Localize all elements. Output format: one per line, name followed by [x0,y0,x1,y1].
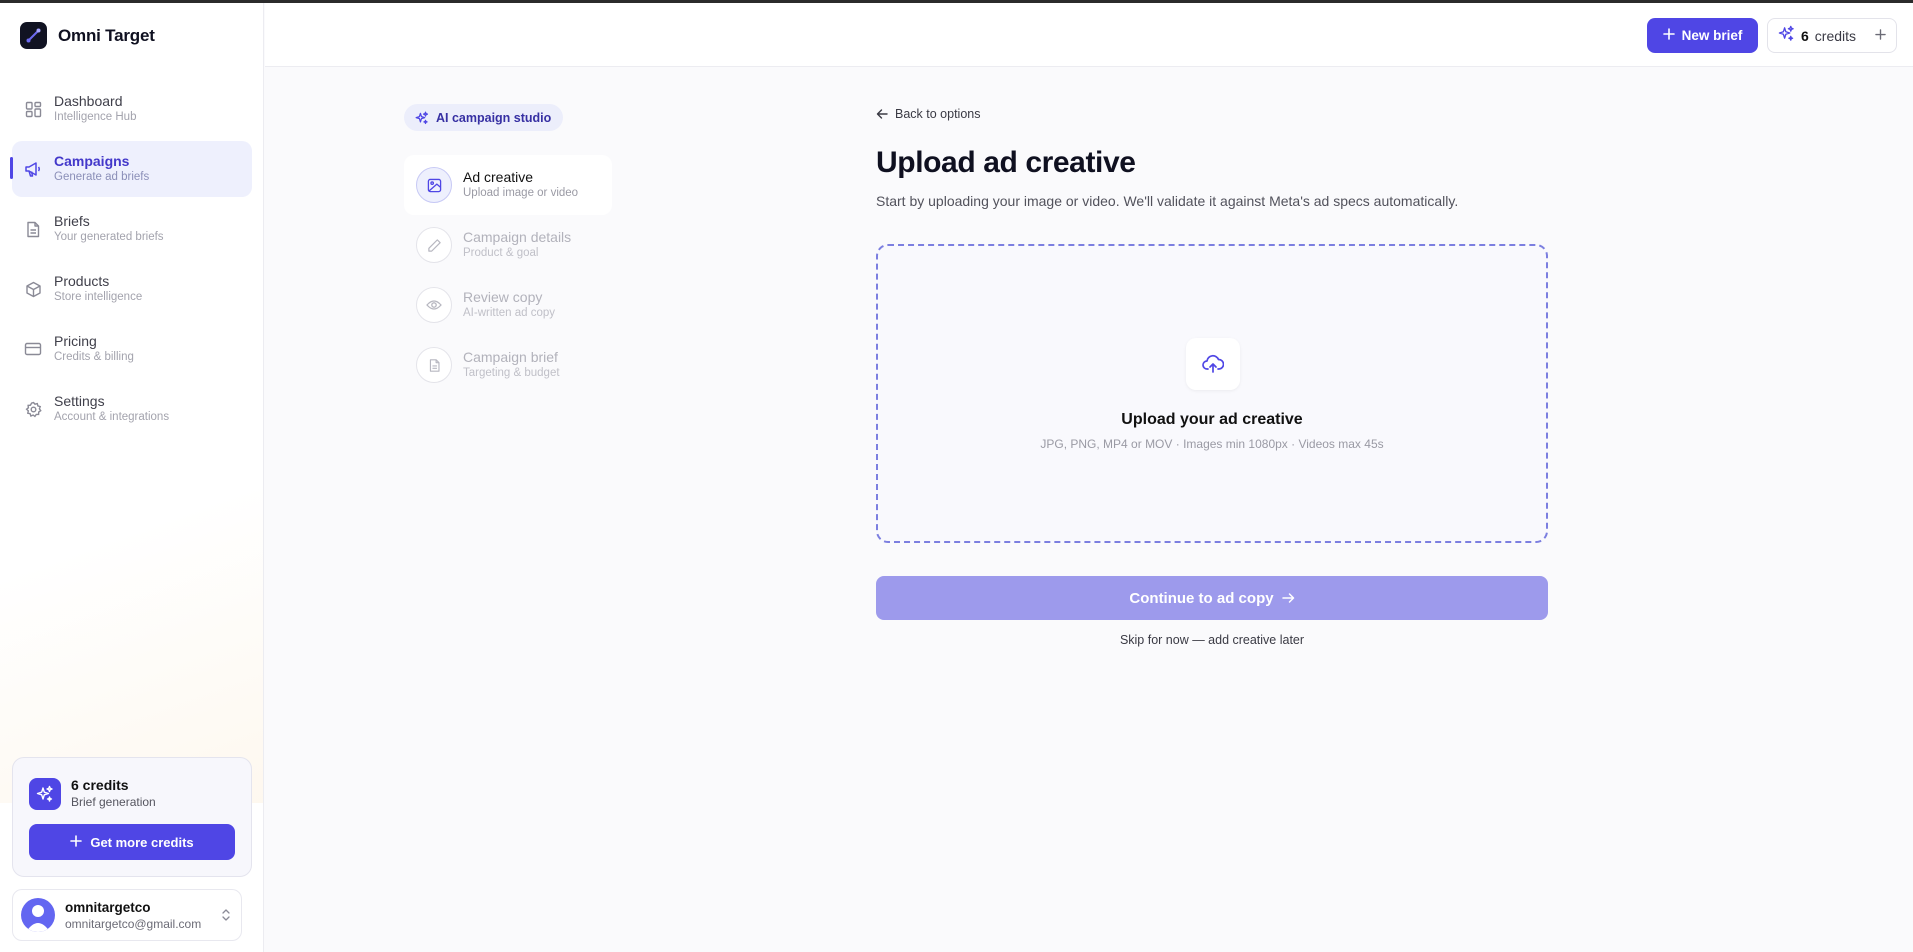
gear-icon [24,400,42,418]
dashboard-icon [24,100,42,118]
get-more-credits-button[interactable]: Get more credits [29,824,235,860]
sidebar-item-sublabel: Intelligence Hub [54,111,137,123]
sidebar-item-briefs[interactable]: Briefs Your generated briefs [12,201,252,257]
step-sublabel: Upload image or video [463,187,579,199]
sidebar-item-sublabel: Credits & billing [54,351,134,363]
sparkles-icon [29,777,61,810]
sidebar-item-sublabel: Your generated briefs [54,231,164,243]
step-review-copy[interactable]: Review copy AI-written ad copy [404,275,612,335]
continue-label: Continue to ad copy [1129,589,1274,607]
document-icon [416,347,452,383]
user-email: omnitargetco@gmail.com [65,916,202,931]
arrow-left-icon [876,108,888,120]
eye-icon [416,287,452,323]
brand[interactable]: Omni Target [20,22,155,49]
megaphone-icon [24,160,42,178]
ai-campaign-studio-badge: AI campaign studio [404,104,564,131]
sidebar-item-products[interactable]: Products Store intelligence [12,261,252,317]
sidebar-item-label: Briefs [54,213,90,229]
back-to-options-label: Back to options [895,107,981,121]
credit-card-icon [24,340,42,358]
arrow-right-icon [1281,592,1295,604]
step-campaign-details[interactable]: Campaign details Product & goal [404,215,612,275]
sidebar-item-label: Products [54,273,110,289]
ai-campaign-studio-label: AI campaign studio [436,110,552,125]
credits-pill[interactable]: 6 credits [1767,18,1897,53]
brand-name: Omni Target [58,25,155,45]
cloud-upload-icon [1186,338,1240,390]
step-sublabel: AI-written ad copy [463,307,556,319]
sidebar-item-dashboard[interactable]: Dashboard Intelligence Hub [12,81,252,137]
dropzone-title: Upload your ad creative [1121,411,1303,428]
image-icon [416,167,452,203]
sidebar-item-label: Dashboard [54,93,123,109]
page-description: Start by uploading your image or video. … [876,193,1459,209]
chevron-up-down-icon [221,908,231,927]
sparkles-icon [415,111,429,125]
sidebar-item-sublabel: Store intelligence [54,291,143,303]
wizard-steps: Ad creative Upload image or video Campai… [404,155,612,395]
step-sublabel: Targeting & budget [463,367,560,379]
sidebar-item-campaigns[interactable]: Campaigns Generate ad briefs [10,141,252,197]
continue-to-ad-copy-button[interactable]: Continue to ad copy [876,576,1548,620]
sidebar-nav: Dashboard Intelligence Hub Campaigns Gen… [10,81,252,441]
new-brief-label: New brief [1681,28,1743,43]
credits-label: credits [1814,27,1857,44]
back-to-options-link[interactable]: Back to options [876,107,980,121]
credits-number: 6 [1801,27,1809,44]
document-icon [24,220,42,238]
step-sublabel: Product & goal [463,247,539,259]
step-label: Review copy [463,289,543,305]
sidebar-item-label: Campaigns [54,153,130,169]
sparkles-icon [1778,25,1795,47]
plus-icon [70,834,83,850]
sidebar-item-sublabel: Generate ad briefs [54,171,150,183]
user-menu[interactable]: omnitargetco omnitargetco@gmail.com [12,889,242,941]
upload-dropzone[interactable]: Upload your ad creative JPG, PNG, MP4 or… [876,244,1548,543]
step-label: Campaign details [463,229,572,245]
pencil-icon [416,227,452,263]
step-label: Ad creative [463,169,534,185]
brand-logo-icon [20,22,47,49]
sidebar: Omni Target Dashboard Intelligence Hub C… [0,3,264,952]
user-name: omnitargetco [65,899,151,915]
sidebar-item-pricing[interactable]: Pricing Credits & billing [12,321,252,377]
plus-icon[interactable] [1875,27,1886,45]
avatar [21,898,55,932]
sidebar-item-label: Pricing [54,333,97,349]
page-title: Upload ad creative [876,146,1136,179]
box-icon [24,280,42,298]
plus-icon [1662,28,1675,43]
step-campaign-brief[interactable]: Campaign brief Targeting & budget [404,335,612,395]
credits-card: 6 credits Brief generation Get more cred… [12,757,252,877]
credits-count: 6 credits [71,777,129,793]
step-ad-creative[interactable]: Ad creative Upload image or video [404,155,612,215]
credits-description: Brief generation [71,795,156,809]
new-brief-button[interactable]: New brief [1647,18,1758,53]
sidebar-item-label: Settings [54,393,105,409]
get-more-credits-label: Get more credits [90,834,194,850]
skip-for-now-link[interactable]: Skip for now — add creative later [876,633,1548,647]
top-bar: New brief 6 credits [265,3,1913,67]
sidebar-item-sublabel: Account & integrations [54,411,170,423]
step-label: Campaign brief [463,349,558,365]
dropzone-requirements: JPG, PNG, MP4 or MOV · Images min 1080px… [1040,437,1384,451]
sidebar-item-settings[interactable]: Settings Account & integrations [12,381,252,437]
